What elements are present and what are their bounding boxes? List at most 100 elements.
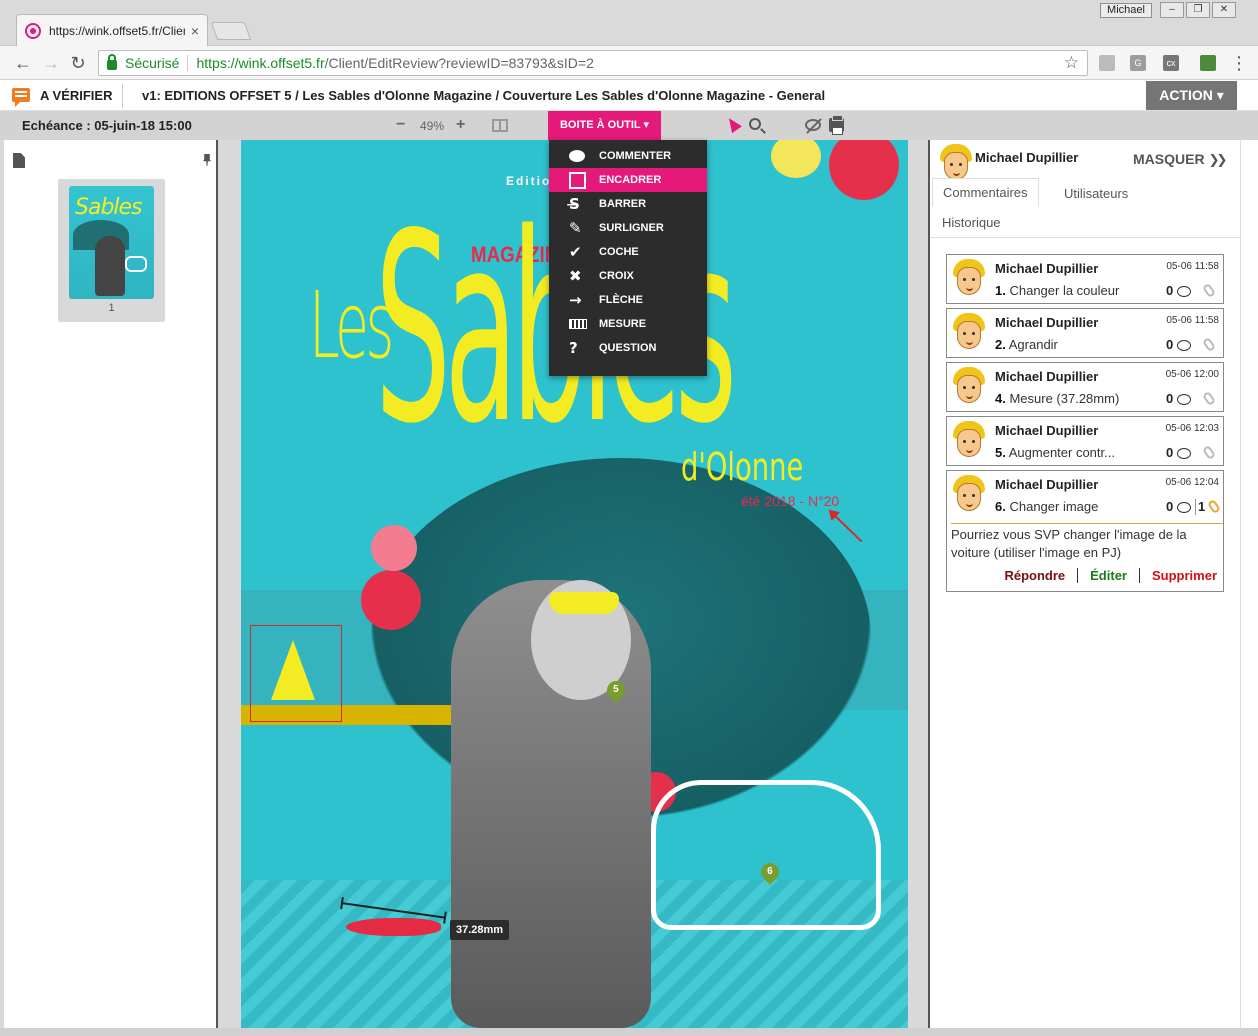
paperclip-icon[interactable]: [1201, 444, 1217, 461]
toolbox-item-mesure[interactable]: MESURE: [549, 312, 707, 336]
avatar-face: [957, 429, 981, 457]
delete-button[interactable]: Supprimer: [1140, 568, 1223, 583]
paperclip-icon[interactable]: [1201, 336, 1217, 353]
comment-timestamp: 05-06 11:58: [1166, 261, 1219, 272]
extension-eyedropper-icon[interactable]: [1200, 55, 1216, 71]
user-avatar: [938, 144, 974, 182]
hide-annotations-icon[interactable]: [805, 119, 821, 131]
window-restore-button[interactable]: ❐: [1186, 2, 1210, 18]
bookmark-star-icon[interactable]: ☆: [1064, 53, 1079, 73]
address-bar[interactable]: Sécurisé https://wink.offset5.fr /Client…: [98, 50, 1088, 76]
reload-button[interactable]: ↻: [67, 52, 89, 74]
comment-timestamp: 05-06 12:00: [1165, 369, 1219, 380]
check-icon: ✔: [569, 243, 582, 261]
page-scrollbar[interactable]: [1240, 140, 1258, 1028]
status-label: A VÉRIFIER: [40, 88, 113, 103]
deadline-label: Echéance : 05-juin-18 15:00: [22, 118, 192, 133]
comment-title: 5. Augmenter contr...: [995, 445, 1145, 460]
reply-count: 0: [1166, 337, 1174, 352]
reply-count: 0: [1166, 283, 1174, 298]
edit-button[interactable]: Éditer: [1078, 568, 1140, 583]
page-layout-icon[interactable]: [492, 119, 508, 132]
toolbox-item-encadrer[interactable]: ENCADRER: [549, 168, 707, 192]
browser-tab[interactable]: https://wink.offset5.fr/Client/EditRevie…: [16, 14, 208, 46]
comment-timestamp: 05-06 12:03: [1165, 423, 1219, 434]
comment-avatar: [951, 259, 987, 297]
comments-panel: Michael Dupillier MASQUER ❯❯ Commentaires…: [928, 140, 1240, 1028]
thumbnail-car: [125, 256, 147, 272]
frame-annotation[interactable]: [250, 625, 342, 722]
current-user-name: Michael Dupillier: [975, 150, 1079, 165]
forward-button[interactable]: →: [40, 52, 62, 74]
search-icon[interactable]: [749, 118, 761, 130]
cover-flower-yellow: [771, 140, 821, 178]
paperclip-icon[interactable]: [1201, 282, 1217, 299]
page-thumbnail[interactable]: Sables 1: [58, 179, 165, 322]
action-button[interactable]: ACTION ▾: [1146, 81, 1237, 110]
zoom-out-button[interactable]: −: [396, 116, 405, 134]
reply-bubble-icon[interactable]: [1177, 286, 1191, 297]
toolbox-item-label: ENCADRER: [599, 174, 662, 186]
comment-body: Pourriez vous SVP changer l'image de la …: [951, 523, 1223, 562]
tab-commentaires[interactable]: Commentaires: [932, 178, 1039, 207]
profile-chip[interactable]: Michael: [1100, 3, 1152, 18]
tab-historique[interactable]: Historique: [942, 215, 1001, 230]
reply-bubble-icon[interactable]: [1177, 448, 1191, 459]
extension-g-icon[interactable]: G: [1130, 55, 1146, 71]
comment-card[interactable]: Michael Dupillier 05-06 12:00 4. Mesure (3…: [946, 362, 1224, 412]
comment-number: 4.: [995, 391, 1006, 406]
toolbox-item-fleche[interactable]: → FLÈCHE: [549, 288, 707, 312]
comment-avatar: [951, 313, 987, 351]
zoom-in-button[interactable]: +: [456, 116, 465, 134]
avatar-face: [957, 483, 981, 511]
comment-text: Augmenter contr...: [1008, 445, 1115, 460]
toolbox-item-label: BARRER: [599, 198, 647, 210]
toolbox-button[interactable]: BOITE À OUTIL ▾: [548, 111, 661, 140]
window-bottom-edge: [0, 1028, 1258, 1036]
pin-icon[interactable]: [203, 154, 211, 166]
measure-label[interactable]: 37.28mm: [450, 920, 510, 940]
status-chat-icon: [12, 88, 30, 107]
pointer-cursor-icon[interactable]: [724, 114, 742, 134]
url-host: https://wink.offset5.fr: [196, 55, 325, 71]
window-close-button[interactable]: ✕: [1212, 2, 1236, 18]
tab-close-icon[interactable]: ×: [191, 23, 199, 39]
toolbox-item-croix[interactable]: ✖ CROIX: [549, 264, 707, 288]
comment-card[interactable]: Michael Dupillier 05-06 12:03 5. Augmenter…: [946, 416, 1224, 466]
toolbox-item-barrer[interactable]: S̶ BARRER: [549, 192, 707, 216]
comment-title: 1. Changer la couleur: [995, 283, 1145, 298]
avatar-face: [957, 321, 981, 349]
reply-button[interactable]: Répondre: [998, 568, 1079, 583]
thumbnail-panel: Sables 1: [4, 140, 218, 1028]
paperclip-icon[interactable]: [1201, 390, 1217, 407]
comment-card[interactable]: Michael Dupillier 05-06 11:58 2. Agrandir 0: [946, 308, 1224, 358]
toolbox-item-question[interactable]: ? QUESTION: [549, 336, 707, 360]
comments-tabs: Commentaires Utilisateurs Historique: [930, 178, 1240, 238]
toolbox-item-label: COMMENTER: [599, 150, 672, 162]
extension-puzzle-icon[interactable]: [1099, 55, 1115, 71]
tab-utilisateurs[interactable]: Utilisateurs: [1064, 186, 1128, 201]
reply-bubble-icon[interactable]: [1177, 394, 1191, 405]
arrow-annotation[interactable]: [829, 510, 863, 543]
print-icon[interactable]: [829, 115, 844, 135]
window-minimize-button[interactable]: –: [1160, 2, 1184, 18]
reply-bubble-icon[interactable]: [1177, 502, 1191, 513]
back-button[interactable]: ←: [12, 52, 34, 74]
toolbox-item-commenter[interactable]: COMMENTER: [549, 144, 707, 168]
wink-favicon-icon: [25, 22, 41, 39]
cover-les-text: Les: [309, 272, 394, 379]
new-tab-button[interactable]: [210, 22, 252, 40]
thumbnail-title: Sables: [75, 195, 143, 220]
reply-count: 0: [1166, 391, 1174, 406]
reply-bubble-icon[interactable]: [1177, 340, 1191, 351]
comment-author: Michael Dupillier: [995, 423, 1099, 438]
toolbox-item-coche[interactable]: ✔ COCHE: [549, 240, 707, 264]
comment-card[interactable]: Michael Dupillier 05-06 12:04 6. Changer i…: [946, 470, 1224, 592]
browser-menu-icon[interactable]: ⋮: [1228, 52, 1250, 74]
toolbox-item-surligner[interactable]: ✎ SURLIGNER: [549, 216, 707, 240]
attachment-paperclip-icon[interactable]: [1206, 498, 1222, 515]
extension-cx-icon[interactable]: cx: [1163, 55, 1179, 71]
document-icon[interactable]: [13, 153, 25, 168]
hide-panel-button[interactable]: MASQUER ❯❯: [1133, 151, 1227, 168]
comment-card[interactable]: Michael Dupillier 05-06 11:58 1. Changer l…: [946, 254, 1224, 304]
